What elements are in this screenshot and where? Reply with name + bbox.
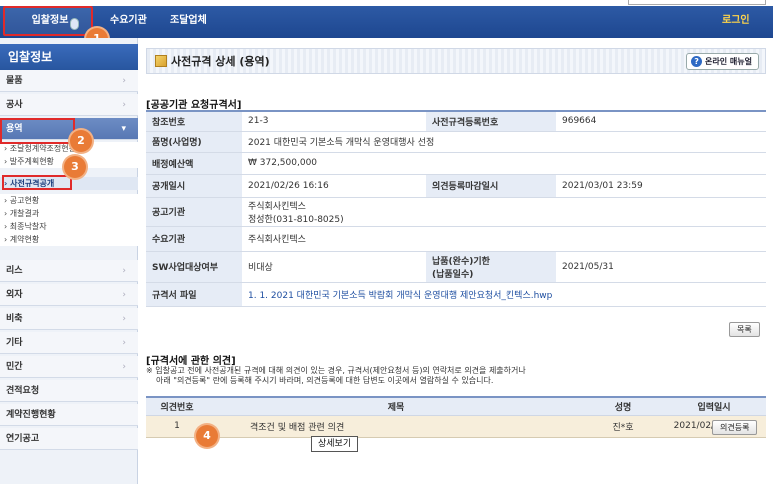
step-badge-4: 4: [196, 425, 218, 447]
open-date-value: 2021/02/26 16:16: [242, 174, 426, 198]
sidebar-sub-item[interactable]: › 공고현황: [0, 194, 138, 207]
highlight-box-pre-spec: [2, 175, 72, 190]
table-row[interactable]: 1 격조건 및 배점 관련 의견 진*호 2021/02/26 18:42: [146, 415, 766, 438]
sidebar-item[interactable]: 리스 ›: [0, 260, 138, 282]
agency-value: 주식회사킨텍스 정성한(031-810-8025): [242, 197, 766, 227]
sw-value: 비대상: [242, 251, 426, 283]
sw-label: SW사업대상여부: [146, 251, 242, 283]
sidebar-item[interactable]: 외자 ›: [0, 284, 138, 306]
register-comment-button[interactable]: 의견등록: [712, 420, 758, 435]
pencil-icon: [155, 55, 167, 67]
nav-demand-agency[interactable]: 수요기관: [110, 6, 147, 38]
file-label: 규격서 파일: [146, 282, 242, 307]
chevron-right-icon: ›: [122, 266, 126, 276]
comment-title-link[interactable]: 격조건 및 배점 관련 의견: [208, 415, 584, 438]
sidebar-item-label: 물품: [6, 76, 23, 86]
sidebar-item[interactable]: 계약진행현황: [0, 404, 138, 426]
sidebar-sub-item[interactable]: › 최종낙찰자: [0, 220, 138, 233]
chevron-right-icon: ›: [122, 290, 126, 300]
chevron-right-icon: ›: [122, 314, 126, 324]
mouse-cursor-icon: [70, 18, 79, 30]
top-navigation: 입찰정보 수요기관 조달업체 로그인: [0, 6, 773, 38]
step-badge-2: 2: [70, 130, 92, 152]
sidebar-item-goods[interactable]: 물품 ›: [0, 70, 138, 92]
name-label: 품명(사업명): [146, 131, 242, 153]
list-button[interactable]: 목록: [729, 322, 760, 337]
spec-file-link[interactable]: 1. 1. 2021 대한민국 기본소득 박람회 개막식 운영대행 제안요청서_…: [242, 282, 766, 307]
sidebar-sub-item[interactable]: › 계약현황: [0, 233, 138, 246]
spec-no-value: 969664: [556, 111, 766, 132]
comments-section-heading: [규격서에 관한 의견]: [146, 356, 236, 367]
column-header: 제목: [208, 397, 584, 416]
tooltip-view-detail: 상세보기: [311, 436, 359, 452]
sidebar-title: 입찰정보: [0, 44, 138, 70]
column-header: 성명: [584, 397, 662, 416]
sidebar-item[interactable]: 기타 ›: [0, 332, 138, 354]
chevron-right-icon: ›: [122, 362, 126, 372]
delivery-value: 2021/05/31: [556, 251, 766, 283]
sidebar: 입찰정보 물품 › 공사 › 용역 ▾ › 조달청계약조정현황 › 발주계획현황 › …: [0, 38, 138, 484]
deadline-value: 2021/03/01 23:59: [556, 174, 766, 198]
step-badge-3: 3: [64, 156, 86, 178]
chevron-right-icon: ›: [122, 76, 126, 86]
spec-table: 참조번호 21-3 사전규격등록번호 969664 품명(사업명) 2021 대…: [146, 110, 766, 307]
column-header: 입력일시: [662, 397, 766, 416]
chevron-right-icon: ›: [122, 338, 126, 348]
chevron-down-icon: ▾: [121, 124, 126, 134]
comments-notice: ※ 입찰공고 전에 사전공개된 규격에 대해 의견이 있는 경우, 규격서(제안…: [146, 366, 526, 385]
name-value: 2021 대한민국 기본소득 개막식 운영대행사 선정: [242, 131, 766, 153]
agency-label: 공고기관: [146, 197, 242, 227]
sidebar-item[interactable]: 연기공고: [0, 428, 138, 450]
login-link[interactable]: 로그인: [722, 6, 750, 38]
sidebar-item[interactable]: 비축 ›: [0, 308, 138, 330]
comments-table: 의견번호 제목 성명 입력일시 1 격조건 및 배점 관련 의견 진*호 202…: [146, 396, 766, 438]
delivery-label: 납품(완수)기한 (납품일수): [426, 251, 556, 283]
deadline-label: 의견등록마감일시: [426, 174, 556, 198]
highlight-box-service: [0, 118, 75, 144]
chevron-right-icon: ›: [122, 100, 126, 110]
column-header: 의견번호: [146, 397, 208, 416]
comment-author: 진*호: [584, 415, 662, 438]
ref-no-value: 21-3: [242, 111, 426, 132]
demand-value: 주식회사킨텍스: [242, 226, 766, 252]
sidebar-item-label: 공사: [6, 100, 23, 110]
sidebar-item-construction[interactable]: 공사 ›: [0, 94, 138, 116]
sidebar-item[interactable]: 견적요청: [0, 380, 138, 402]
top-search-box[interactable]: [628, 0, 766, 5]
page-title: 사전규격 상세 (용역): [171, 55, 270, 68]
budget-label: 배정예산액: [146, 152, 242, 175]
spec-no-label: 사전규격등록번호: [426, 111, 556, 132]
page-title-bar: 사전규격 상세 (용역) ? 온라인 매뉴얼: [146, 48, 766, 74]
sidebar-sub-item[interactable]: › 개찰결과: [0, 207, 138, 220]
help-icon: ?: [691, 56, 703, 67]
ref-no-label: 참조번호: [146, 111, 242, 132]
open-date-label: 공개일시: [146, 174, 242, 198]
nav-supplier[interactable]: 조달업체: [170, 6, 207, 38]
spec-section-heading: [공공기관 요청규격서]: [146, 100, 242, 111]
online-manual-button[interactable]: ? 온라인 매뉴얼: [686, 53, 759, 70]
online-manual-label: 온라인 매뉴얼: [705, 57, 752, 66]
demand-label: 수요기관: [146, 226, 242, 252]
sidebar-item[interactable]: 민간 ›: [0, 356, 138, 378]
budget-value: ₩ 372,500,000: [242, 152, 766, 175]
